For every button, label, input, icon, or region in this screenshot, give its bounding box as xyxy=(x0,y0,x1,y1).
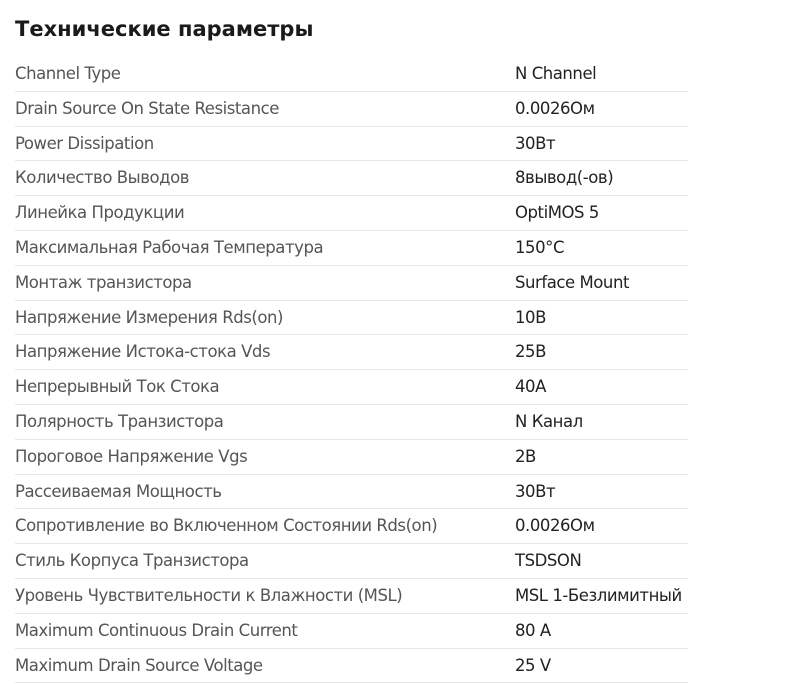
spec-value: 40А xyxy=(515,377,546,397)
spec-row: Стиль Корпуса Транзистора TSDSON xyxy=(15,544,688,579)
spec-label: Стиль Корпуса Транзистора xyxy=(15,551,249,571)
spec-value: 0.0026Ом xyxy=(515,98,595,118)
spec-row: Рассеиваемая Мощность 30Вт xyxy=(15,475,688,510)
spec-row: Линейка Продукции OptiMOS 5 xyxy=(15,196,688,231)
spec-label: Максимальная Рабочая Температура xyxy=(15,237,324,257)
spec-row: Drain Source On State Resistance 0.0026Ом xyxy=(15,92,688,127)
spec-label: Полярность Транзистора xyxy=(15,411,224,431)
spec-label: Уровень Чувствительности к Влажности (MS… xyxy=(15,585,403,605)
spec-row: Сопротивление во Включенном Состоянии Rd… xyxy=(15,509,688,545)
spec-row: Полярность Транзистора N Канал xyxy=(15,405,688,440)
spec-value: 0.0026Ом xyxy=(515,516,595,536)
spec-label: Drain Source On State Resistance xyxy=(15,98,279,118)
spec-row: Монтаж транзистора Surface Mount xyxy=(15,266,688,301)
spec-value: N Канал xyxy=(515,411,583,431)
spec-label: Напряжение Измерения Rds(on) xyxy=(15,307,284,327)
spec-value: Surface Mount xyxy=(515,272,629,292)
spec-label: Maximum Continuous Drain Current xyxy=(15,620,298,640)
spec-label: Power Dissipation xyxy=(15,133,154,153)
spec-value: 25 V xyxy=(515,655,551,675)
spec-label: Количество Выводов xyxy=(15,168,190,188)
spec-label: Линейка Продукции xyxy=(15,203,185,223)
spec-row: Maximum Drain Source Voltage 25 V xyxy=(15,649,688,684)
spec-row: Непрерывный Ток Стока 40А xyxy=(15,370,688,405)
spec-row: Пороговое Напряжение Vgs 2В xyxy=(15,440,688,475)
spec-value: 8вывод(-ов) xyxy=(515,168,614,188)
spec-value: N Channel xyxy=(515,64,597,83)
spec-row: Количество Выводов 8вывод(-ов) xyxy=(15,161,688,197)
spec-value: 10В xyxy=(515,307,546,327)
spec-label: Channel Type xyxy=(15,64,121,83)
spec-label: Пороговое Напряжение Vgs xyxy=(15,446,248,466)
spec-label: Maximum Drain Source Voltage xyxy=(15,655,263,675)
spec-value: 25В xyxy=(515,342,546,362)
spec-row: Power Dissipation 30Вт xyxy=(15,127,688,162)
spec-row: Напряжение Измерения Rds(on) 10В xyxy=(15,301,688,336)
spec-row: Channel Type N Channel xyxy=(15,57,688,92)
section-title: Технические параметры xyxy=(15,17,314,41)
spec-label: Монтаж транзистора xyxy=(15,272,192,292)
spec-label: Непрерывный Ток Стока xyxy=(15,377,220,397)
spec-value: 2В xyxy=(515,446,536,466)
spec-value: 30Вт xyxy=(515,481,556,501)
spec-value: TSDSON xyxy=(515,551,582,571)
spec-label: Напряжение Истока-стока Vds xyxy=(15,342,271,362)
spec-value: MSL 1-Безлимитный xyxy=(515,585,682,605)
spec-value: OptiMOS 5 xyxy=(515,203,599,223)
spec-label: Рассеиваемая Мощность xyxy=(15,481,222,501)
spec-label: Сопротивление во Включенном Состоянии Rd… xyxy=(15,516,438,536)
spec-value: 150°C xyxy=(515,237,565,257)
spec-value: 30Вт xyxy=(515,133,556,153)
spec-row: Максимальная Рабочая Температура 150°C xyxy=(15,231,688,266)
spec-table: Channel Type N Channel Drain Source On Sta… xyxy=(15,57,688,684)
spec-value: 80 A xyxy=(515,620,551,640)
spec-row: Напряжение Истока-стока Vds 25В xyxy=(15,335,688,371)
spec-row: Уровень Чувствительности к Влажности (MS… xyxy=(15,579,688,614)
spec-row: Maximum Continuous Drain Current 80 A xyxy=(15,614,688,649)
